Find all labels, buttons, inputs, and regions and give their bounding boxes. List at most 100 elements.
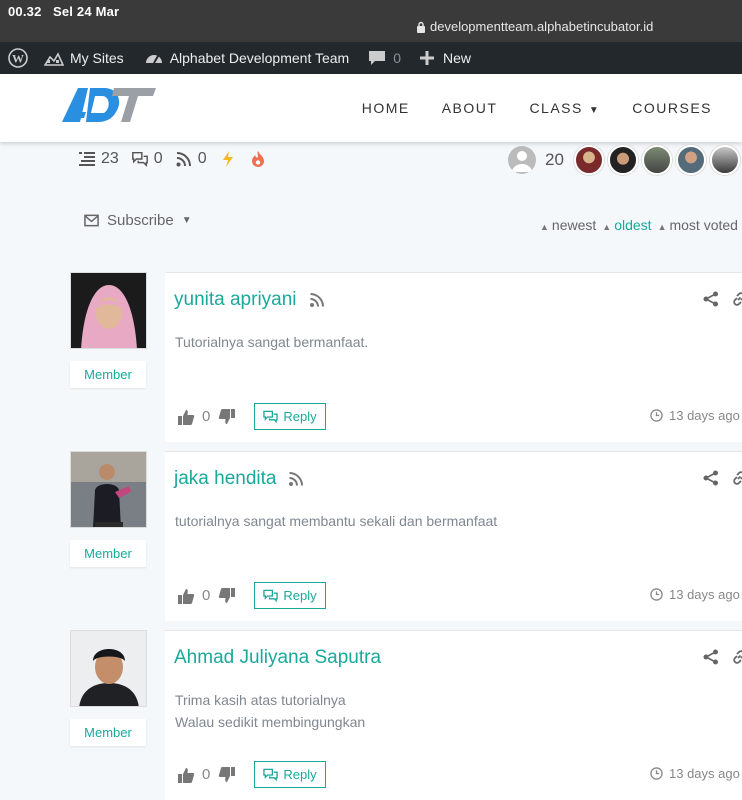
threads-stat[interactable]: 23 <box>78 150 119 168</box>
thumbs-down-icon[interactable] <box>218 587 236 605</box>
status-time: 00.32 Sel 24 Mar <box>8 4 120 19</box>
comment-date: 13 days ago <box>650 587 740 602</box>
participant-avatars <box>573 145 740 175</box>
thumbs-up-icon[interactable] <box>177 408 195 426</box>
comment-footer: 0 Reply <box>177 582 326 609</box>
sort-newest[interactable]: ▲ newest <box>540 217 596 233</box>
participant-avatar[interactable] <box>675 145 706 175</box>
comment-card: Ahmad Juliyana Saputra Trima kasih atas … <box>165 630 742 800</box>
my-sites-menu[interactable]: My Sites <box>36 42 132 74</box>
plus-icon <box>420 51 435 65</box>
reply-button[interactable]: Reply <box>254 403 326 430</box>
share-icon[interactable] <box>703 470 719 486</box>
comment-footer: 0 Reply <box>177 403 326 430</box>
user-icon <box>508 146 536 174</box>
participants-count: 20 <box>545 150 564 169</box>
sort-options: ▲ newest ▲ oldest ▲ most voted <box>540 217 738 233</box>
link-icon[interactable] <box>731 291 742 307</box>
rss-icon <box>176 152 191 167</box>
share-icon[interactable] <box>703 649 719 665</box>
member-badge: Member <box>70 361 146 388</box>
comment-item: Member Ahmad Juliyana Saputra Trima kasi… <box>0 630 742 800</box>
comment-author[interactable]: yunita apriyani <box>174 289 325 311</box>
dashboard-icon <box>145 55 162 64</box>
site-header: HOME ABOUT CLASS ▼ COURSES <box>0 74 742 142</box>
thumbs-down-icon[interactable] <box>218 408 236 426</box>
wordpress-menu[interactable]: W <box>0 42 36 74</box>
comments-menu[interactable]: 0 <box>359 42 409 74</box>
wordpress-icon: W <box>8 48 28 68</box>
my-sites-label: My Sites <box>70 50 124 66</box>
clock-icon <box>650 767 663 780</box>
svg-text:W: W <box>12 52 24 66</box>
site-logo[interactable] <box>60 84 156 124</box>
participants: 20 <box>508 145 740 175</box>
avatar[interactable] <box>70 630 147 707</box>
comment-tools <box>703 291 742 307</box>
nav-class[interactable]: CLASS ▼ <box>529 100 600 116</box>
link-icon[interactable] <box>731 649 742 665</box>
participant-avatar[interactable] <box>641 145 672 175</box>
most-reacted[interactable] <box>249 150 267 168</box>
participant-avatar[interactable] <box>709 145 740 175</box>
rss-icon[interactable] <box>309 292 325 308</box>
caret-down-icon: ▼ <box>181 215 192 226</box>
clock-icon <box>650 409 663 422</box>
share-icon[interactable] <box>703 291 719 307</box>
comment-card: jaka hendita tutorialnya sangat membantu… <box>165 451 742 621</box>
member-badge: Member <box>70 719 146 746</box>
bolt-icon <box>222 151 233 167</box>
link-icon[interactable] <box>731 470 742 486</box>
comment-text: tutorialnya sangat membantu sekali dan b… <box>175 513 498 529</box>
comment-item: Member yunita apriyani Tutorialnya sanga… <box>0 272 742 442</box>
replies-stat[interactable]: 0 <box>131 150 163 168</box>
new-label: New <box>443 50 472 66</box>
nav-courses[interactable]: COURSES <box>632 100 712 116</box>
comment-card: yunita apriyani Tutorialnya sangat berma… <box>165 272 742 442</box>
comment-author[interactable]: Ahmad Juliyana Saputra <box>174 647 381 669</box>
new-content-menu[interactable]: New <box>409 42 479 74</box>
reply-icon <box>263 589 279 602</box>
comment-author[interactable]: jaka hendita <box>174 468 304 490</box>
caret-up-icon: ▲ <box>602 222 612 232</box>
nav-home[interactable]: HOME <box>362 100 410 116</box>
list-icon <box>79 152 95 166</box>
comment-date: 13 days ago <box>650 766 740 781</box>
thumbs-up-icon[interactable] <box>177 766 195 784</box>
participant-avatar[interactable] <box>607 145 638 175</box>
comment-date: 13 days ago <box>650 408 740 423</box>
vote-count: 0 <box>202 587 211 604</box>
address-bar[interactable]: developmentteam.alphabetincubator.id <box>416 19 653 34</box>
comments-toolbar: Subscribe ▼ ▲ newest ▲ oldest ▲ most voted <box>84 212 742 233</box>
vote-count: 0 <box>202 766 211 783</box>
comment-item: Member jaka hendita tutorialnya sangat m… <box>0 451 742 621</box>
envelope-icon <box>84 214 99 227</box>
site-name-menu[interactable]: Alphabet Development Team <box>136 42 358 74</box>
comment-text: Tutorialnya sangat bermanfaat. <box>175 334 369 350</box>
comment-footer: 0 Reply <box>177 761 326 788</box>
avatar[interactable] <box>70 272 147 349</box>
reply-button[interactable]: Reply <box>254 582 326 609</box>
avatar[interactable] <box>70 451 147 528</box>
hottest-thread[interactable] <box>219 150 237 168</box>
reply-button[interactable]: Reply <box>254 761 326 788</box>
thumbs-up-icon[interactable] <box>177 587 195 605</box>
admin-bar: W My Sites Alphabet Development Team 0 N… <box>0 42 742 74</box>
member-badge: Member <box>70 540 146 567</box>
clock-icon <box>650 588 663 601</box>
rss-icon[interactable] <box>288 471 304 487</box>
comments-count: 0 <box>393 50 402 66</box>
comments-icon <box>131 151 148 168</box>
nav-about[interactable]: ABOUT <box>442 100 498 116</box>
caret-up-icon: ▲ <box>657 222 667 232</box>
sort-oldest[interactable]: ▲ oldest <box>602 217 651 233</box>
reply-icon <box>263 410 279 423</box>
thumbs-down-icon[interactable] <box>218 766 236 784</box>
status-bar: 00.32 Sel 24 Mar developmentteam.alphabe… <box>0 0 742 42</box>
vote-count: 0 <box>202 408 211 425</box>
sort-most-voted[interactable]: ▲ most voted <box>658 217 738 233</box>
comment-text: Trima kasih atas tutorialnya Walau sedik… <box>175 692 366 730</box>
followers-stat[interactable]: 0 <box>175 150 207 168</box>
participant-avatar[interactable] <box>573 145 604 175</box>
fire-icon <box>251 151 264 167</box>
